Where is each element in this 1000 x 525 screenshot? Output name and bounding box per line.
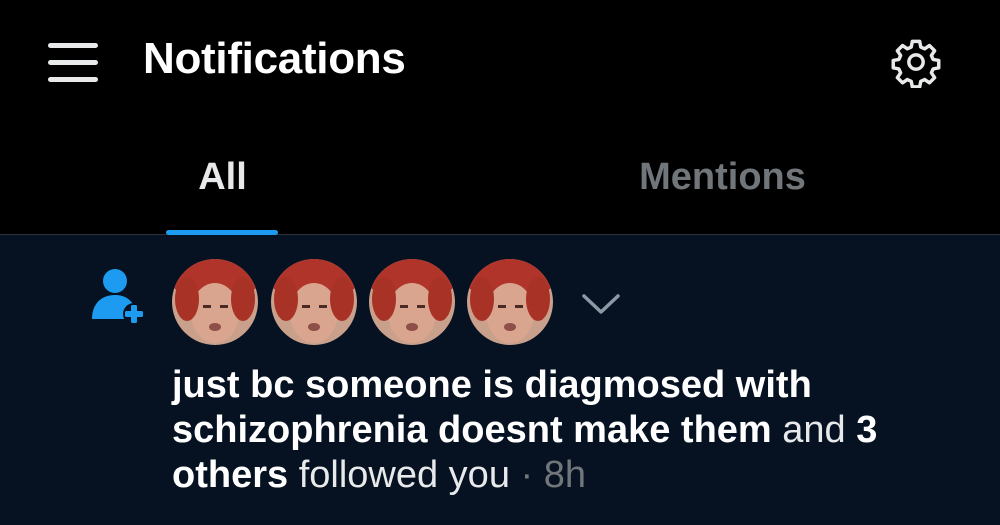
chevron-down-icon[interactable] xyxy=(580,290,622,318)
tab-all[interactable]: All xyxy=(0,120,445,235)
avatar[interactable] xyxy=(369,259,455,345)
tab-mentions[interactable]: Mentions xyxy=(445,120,1000,235)
avatar[interactable] xyxy=(271,259,357,345)
person-add-icon xyxy=(90,267,150,327)
timestamp: 8h xyxy=(543,454,587,496)
notification-text: just bc someone is diagmosed with schizo… xyxy=(172,363,972,498)
tab-all-label: All xyxy=(198,156,247,198)
follow-notification[interactable]: just bc someone is diagmosed with schizo… xyxy=(0,235,1000,525)
notification-tabs: All Mentions xyxy=(0,120,1000,235)
tab-mentions-label: Mentions xyxy=(639,156,806,198)
gear-icon[interactable] xyxy=(890,36,942,89)
separator: · xyxy=(520,454,534,496)
follower-name[interactable]: just bc someone is diagmosed with schizo… xyxy=(172,364,812,451)
avatar[interactable] xyxy=(172,259,258,345)
top-bar: Notifications xyxy=(0,0,1000,120)
action-text: followed you xyxy=(298,454,510,496)
connector-text: and xyxy=(782,409,846,451)
page-title: Notifications xyxy=(143,34,406,83)
notifications-screen: Notifications All Mentions just bc someo… xyxy=(0,0,1000,525)
avatar[interactable] xyxy=(467,259,553,345)
hamburger-menu-icon[interactable] xyxy=(48,40,100,84)
